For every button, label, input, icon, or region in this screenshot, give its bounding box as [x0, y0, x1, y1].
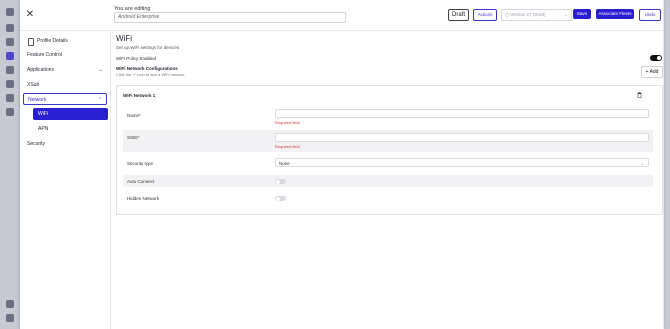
network-title: WiFi Network 1 — [123, 93, 156, 98]
page-title: WiFi — [116, 34, 132, 43]
chevron-down-icon: ⌄ — [564, 12, 568, 17]
hidden-network-toggle[interactable] — [275, 196, 286, 201]
security-type-row: Security type None ⌄ — [123, 156, 653, 170]
reports-icon[interactable] — [6, 108, 14, 116]
config-title: WiFi Network Configurations — [116, 66, 178, 71]
name-row: Name* Required field — [123, 106, 653, 128]
policy-enabled-label: WiFi Policy Enabled — [116, 56, 157, 61]
sidebar-item-label: Applications — [27, 67, 54, 73]
actions-button[interactable]: Actions — [473, 9, 497, 21]
sidebar-item-label: Profile Details — [37, 38, 68, 44]
page-subtitle: Set up WiFi settings for devices — [116, 45, 180, 50]
auto-connect-row: Auto Connect — [123, 175, 653, 187]
wifi-network-card: WiFi Network 1 Name* Required field SSID… — [116, 85, 663, 215]
save-button[interactable]: Save — [573, 9, 591, 19]
sidebar-item-label: Network — [28, 97, 47, 103]
apps-icon[interactable] — [6, 66, 14, 74]
sidebar-item-label: WiFi — [38, 111, 48, 117]
sidebar-item-security[interactable]: Security — [23, 138, 107, 150]
ssid-label: SSID* — [127, 135, 140, 140]
profile-sidebar: Profile Details Feature Control Applicat… — [20, 30, 111, 329]
version-select[interactable]: ◷ Version 27 (Draft) ⌄ — [501, 9, 572, 21]
name-error: Required field — [275, 120, 300, 125]
config-hint: Click the '+' icon to add a WiFi network — [116, 72, 185, 77]
app-nav-rail — [0, 0, 21, 329]
sidebar-item-label: Security — [27, 141, 46, 147]
chevron-down-icon: ⌄ — [98, 67, 103, 73]
sidebar-item-profile-details[interactable]: Profile Details — [23, 35, 107, 47]
sidebar-item-apn[interactable]: APN — [33, 123, 108, 135]
auto-connect-toggle[interactable] — [275, 179, 286, 184]
sidebar-item-label: APN — [38, 126, 49, 132]
name-label: Name* — [127, 113, 141, 118]
document-icon — [28, 38, 34, 46]
trash-icon[interactable] — [637, 92, 642, 98]
sidebar-item-feature-control[interactable]: Feature Control — [23, 49, 107, 61]
ssid-row: SSID* Required field — [123, 130, 653, 152]
undo-button[interactable]: Undo — [639, 9, 661, 21]
security-type-select[interactable]: None ⌄ — [275, 158, 649, 167]
version-label: Version 27 (Draft) — [510, 12, 546, 17]
associate-fleets-button[interactable]: Associate Fleets — [596, 9, 634, 19]
settings-icon[interactable] — [6, 300, 14, 308]
status-badge: Draft — [448, 9, 470, 21]
add-label: Add — [649, 69, 659, 75]
security-type-label: Security type — [127, 161, 154, 166]
security-type-value: None — [279, 161, 290, 166]
sidebar-item-wifi[interactable]: WiFi — [33, 108, 108, 120]
hidden-network-label: Hidden Network — [127, 196, 160, 201]
devices-icon[interactable] — [6, 38, 14, 46]
hidden-network-row: Hidden Network — [123, 192, 653, 204]
logo-icon[interactable] — [6, 8, 14, 16]
background-page — [664, 0, 670, 329]
auto-connect-label: Auto Connect — [127, 179, 155, 184]
profile-name-input[interactable]: Android Enterprise — [114, 12, 346, 23]
chevron-up-icon: ⌃ — [97, 97, 102, 103]
add-network-button[interactable]: + Add — [641, 66, 663, 78]
ssid-input[interactable] — [275, 133, 649, 142]
users-icon[interactable] — [6, 94, 14, 102]
editor-header: ✕ You are editing Android Enterprise Dra… — [20, 0, 663, 31]
close-button[interactable]: ✕ — [25, 10, 35, 20]
home-icon[interactable] — [6, 24, 14, 32]
sidebar-item-applications[interactable]: Applications ⌄ — [23, 64, 107, 76]
groups-icon[interactable] — [6, 80, 14, 88]
sidebar-item-network[interactable]: Network ⌃ — [23, 93, 107, 105]
name-input[interactable] — [275, 109, 649, 118]
profiles-icon[interactable] — [6, 52, 14, 60]
sidebar-item-label: XSub — [27, 82, 40, 88]
help-icon[interactable] — [6, 314, 14, 322]
chevron-down-icon: ⌄ — [640, 161, 644, 166]
sidebar-item-label: Feature Control — [27, 52, 62, 58]
ssid-error: Required field — [275, 144, 300, 149]
close-icon: ✕ — [25, 9, 35, 20]
policy-enabled-toggle[interactable] — [650, 55, 662, 61]
profile-editor-modal: ✕ You are editing Android Enterprise Dra… — [20, 0, 663, 329]
sidebar-item-xsub[interactable]: XSub — [23, 79, 107, 91]
wifi-settings-panel: WiFi Set up WiFi settings for devices Wi… — [111, 30, 663, 329]
